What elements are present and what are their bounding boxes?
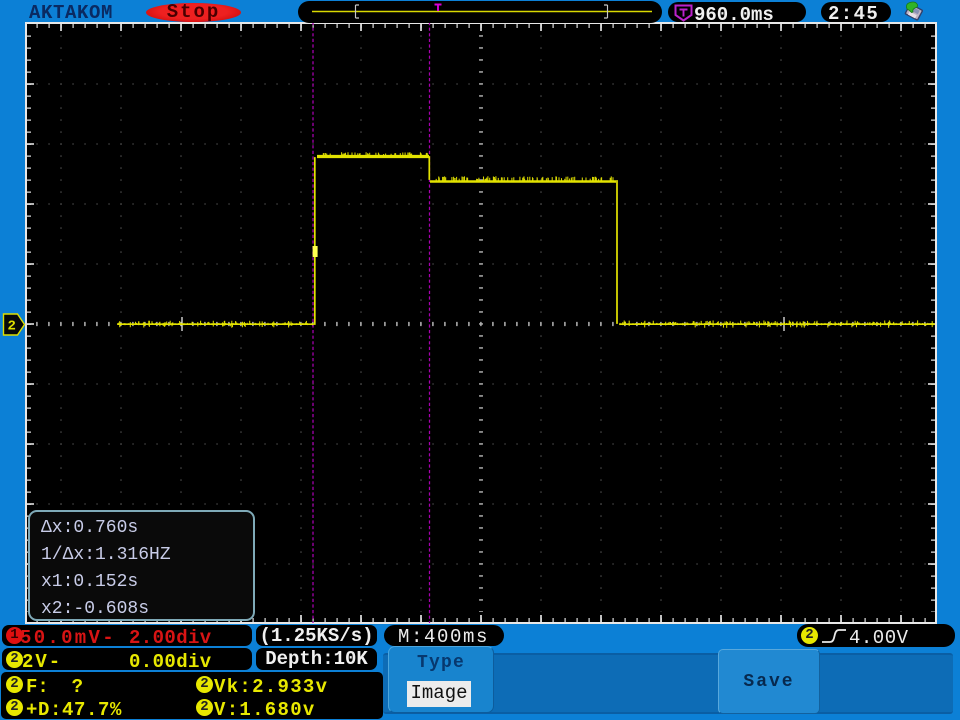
svg-text:2: 2 bbox=[8, 319, 16, 335]
